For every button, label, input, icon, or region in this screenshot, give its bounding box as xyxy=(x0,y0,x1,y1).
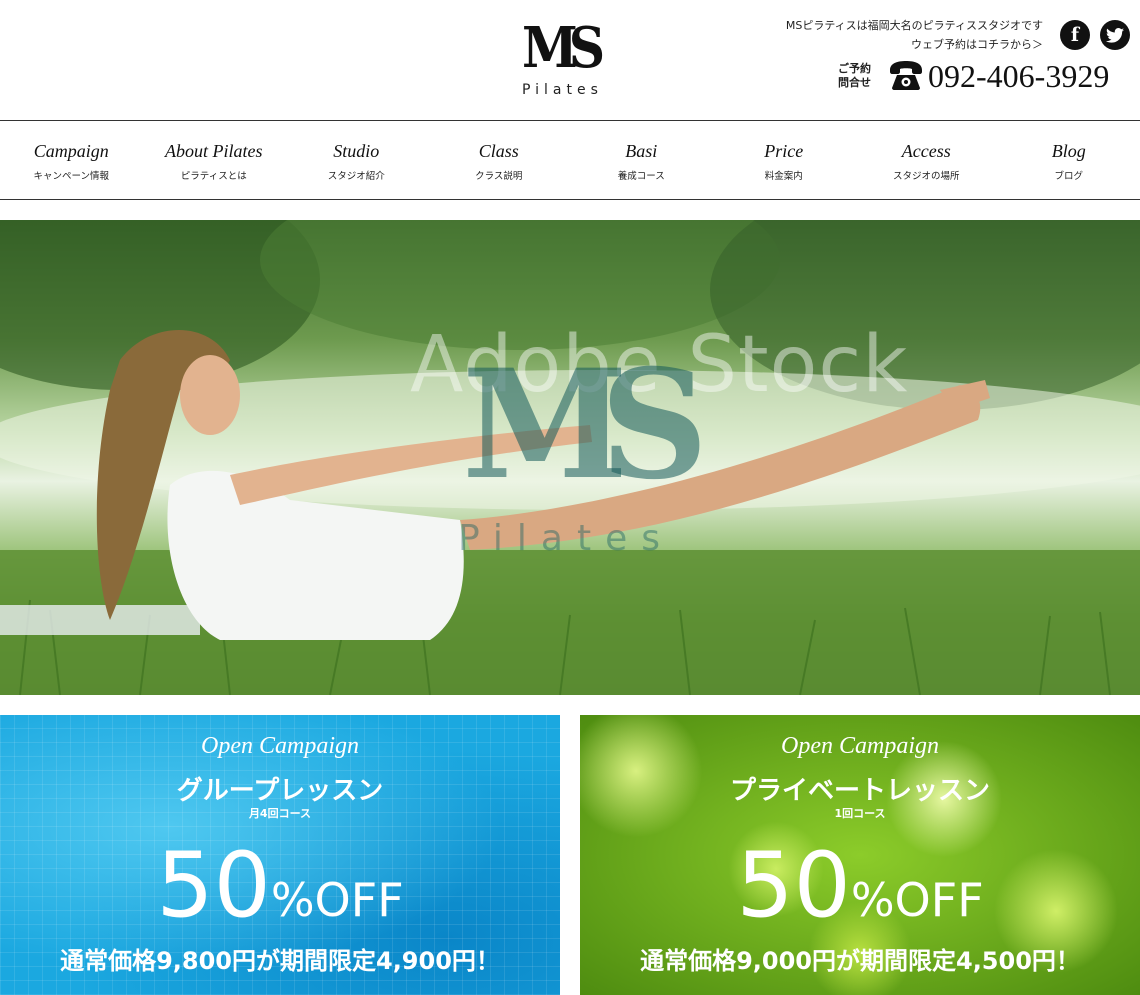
percent-off-label: %OFF xyxy=(270,873,404,927)
nav-label-en: Studio xyxy=(333,141,380,161)
lesson-type: グループレッスン xyxy=(176,776,384,806)
nav-label-en: Price xyxy=(764,141,804,161)
tagline-text: MSピラティスは福岡大名のピラティススタジオです xyxy=(785,19,1043,32)
nav-label-ja: クラス説明 xyxy=(475,171,523,182)
nav-label-en: Campaign xyxy=(33,141,109,161)
nav-label-ja: キャンペーン情報 xyxy=(33,171,110,182)
discount-percent: 50%OFF xyxy=(580,833,1140,938)
phone-number[interactable]: 092-406-3929 xyxy=(928,58,1109,95)
group-lesson-campaign-banner[interactable]: Open Campaign グループレッスン 月4回コース 50%OFF 通常価… xyxy=(0,715,560,995)
percent-value: 50 xyxy=(156,833,271,938)
percent-off-label: %OFF xyxy=(850,873,984,927)
nav-label-ja: 養成コース xyxy=(617,171,665,182)
hero-image: Adobe Stock MS Pilates xyxy=(0,220,1140,695)
nav-item-price[interactable]: Price 料金案内 xyxy=(713,121,856,199)
nav-item-campaign[interactable]: Campaign キャンペーン情報 xyxy=(0,121,143,199)
nav-label-en: About Pilates xyxy=(165,141,263,161)
nav-label-en: Class xyxy=(478,141,519,161)
nav-label-ja: スタジオの場所 xyxy=(892,171,960,182)
price-text: 通常価格9,800円が期間限定4,900円！ xyxy=(60,947,500,975)
campaign-title: Open Campaign xyxy=(201,733,359,759)
contact-label: ご予約 問合せ xyxy=(838,62,871,90)
contact-label-line1: ご予約 xyxy=(838,62,871,75)
nav-label-ja: ブログ xyxy=(1054,171,1083,182)
course-name: 1回コース xyxy=(834,807,886,820)
nav-item-studio[interactable]: Studio スタジオ紹介 xyxy=(285,121,428,199)
site-header: MS Pilates MSピラティスは福岡大名のピラティススタジオです ウェブ予… xyxy=(0,0,1140,120)
contact-label-line2: 問合せ xyxy=(838,76,871,89)
nav-label-ja: ピラティスとは xyxy=(180,171,247,182)
hero-logo-mark: MS xyxy=(462,337,708,513)
lesson-type: プライベートレッスン xyxy=(729,776,990,806)
logo-mark: MS xyxy=(522,15,605,81)
hero-logo-subtitle: Pilates xyxy=(458,518,675,559)
nav-label-en: Basi xyxy=(625,141,658,161)
price-text: 通常価格9,000円が期間限定4,500円！ xyxy=(640,947,1080,975)
facebook-icon[interactable]: f xyxy=(1060,20,1090,50)
nav-item-basi[interactable]: Basi 養成コース xyxy=(570,121,713,199)
header-tagline-block: MSピラティスは福岡大名のピラティススタジオです ウェブ予約はコチラから＞ xyxy=(786,16,1043,54)
logo-subtitle: Pilates xyxy=(522,82,603,98)
nav-item-class[interactable]: Class クラス説明 xyxy=(428,121,571,199)
nav-label-ja: スタジオ紹介 xyxy=(327,171,385,182)
web-reservation-link[interactable]: ウェブ予約はコチラから＞ xyxy=(786,35,1043,54)
main-nav: Campaign キャンペーン情報 About Pilates ピラティスとは … xyxy=(0,120,1140,200)
discount-percent: 50%OFF xyxy=(0,833,560,938)
course-name: 月4回コース xyxy=(248,807,312,820)
nav-item-blog[interactable]: Blog ブログ xyxy=(998,121,1140,199)
nav-label-en: Access xyxy=(901,141,951,161)
private-lesson-campaign-banner[interactable]: Open Campaign プライベートレッスン 1回コース 50%OFF 通常… xyxy=(580,715,1140,995)
telephone-icon xyxy=(888,60,924,90)
nav-item-about-pilates[interactable]: About Pilates ピラティスとは xyxy=(143,121,286,199)
nav-label-ja: 料金案内 xyxy=(764,171,803,182)
twitter-icon[interactable] xyxy=(1100,20,1130,50)
site-logo[interactable]: MS Pilates xyxy=(520,16,620,104)
nav-label-en: Blog xyxy=(1051,141,1086,161)
campaign-title: Open Campaign xyxy=(781,733,939,759)
nav-item-access[interactable]: Access スタジオの場所 xyxy=(855,121,998,199)
percent-value: 50 xyxy=(736,833,851,938)
